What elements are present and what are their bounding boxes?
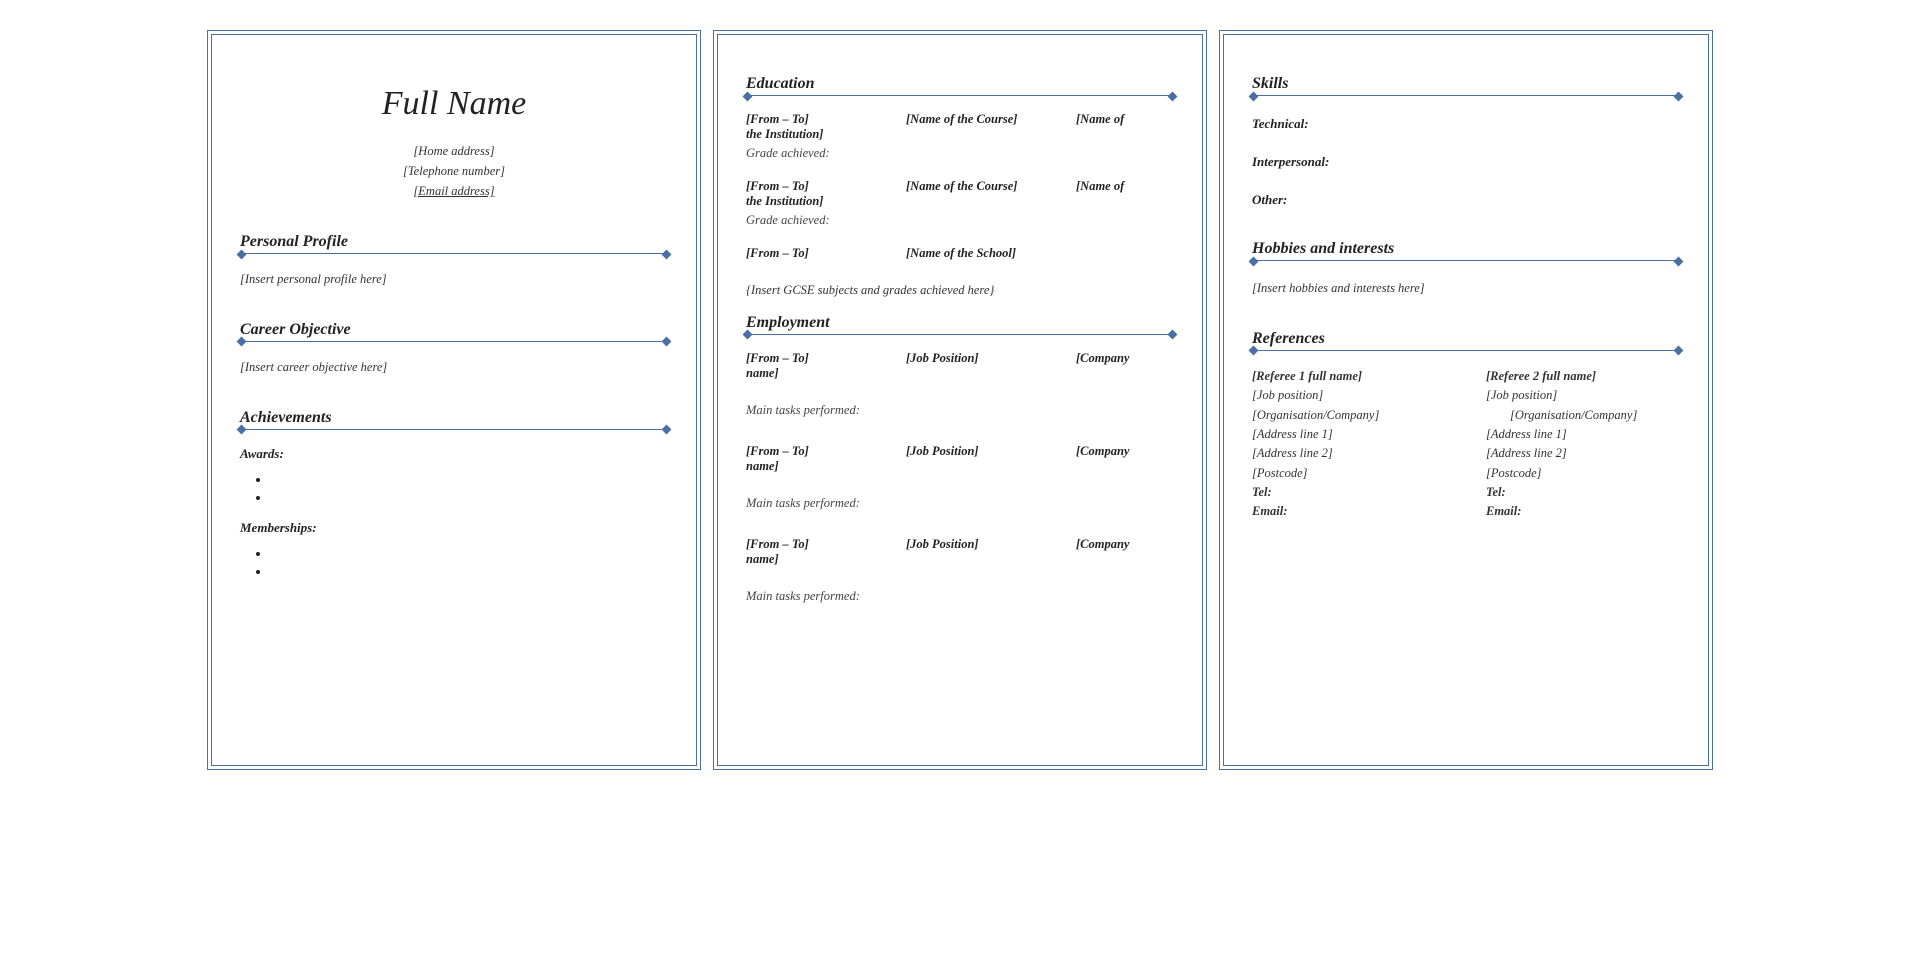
- ref1-email-label: Email:: [1252, 502, 1446, 521]
- ref2-addr1: [Address line 1]: [1486, 425, 1680, 444]
- ref1-position: [Job position]: [1252, 386, 1446, 405]
- emp-dates: [From – To]: [746, 351, 906, 366]
- email-address: [Email address]: [240, 181, 668, 201]
- page-inner: Skills Technical: Interpersonal: Other: …: [1223, 34, 1709, 766]
- references-columns: [Referee 1 full name] [Job position] [Or…: [1252, 367, 1680, 522]
- section-title-career-objective: Career Objective: [240, 321, 668, 339]
- list-item: [270, 546, 668, 564]
- ref2-position: [Job position]: [1486, 386, 1680, 405]
- emp-tasks-label: Main tasks performed:: [746, 403, 1174, 418]
- awards-label: Awards:: [240, 446, 668, 462]
- memberships-list: [270, 546, 668, 582]
- resume-page-1: Full Name [Home address] [Telephone numb…: [207, 30, 701, 770]
- section-title-skills: Skills: [1252, 75, 1680, 93]
- ref2-postcode: [Postcode]: [1486, 464, 1680, 483]
- resume-page-2: Education [From – To] [Name of the Cours…: [713, 30, 1207, 770]
- ref2-tel-label: Tel:: [1486, 483, 1680, 502]
- ref2-email-label: Email:: [1486, 502, 1680, 521]
- page-inner: Full Name [Home address] [Telephone numb…: [211, 34, 697, 766]
- emp-company-prefix: [Company: [1076, 537, 1129, 552]
- edu-school: [Name of the School]: [906, 246, 1076, 261]
- list-item: [270, 564, 668, 582]
- section-divider: [1252, 95, 1680, 96]
- edu-course: [Name of the Course]: [906, 112, 1076, 127]
- edu-inst-suffix: the Institution]: [746, 194, 1174, 209]
- skills-interpersonal-label: Interpersonal:: [1252, 154, 1680, 170]
- employment-row: [From – To] [Job Position] [Company: [746, 537, 1174, 552]
- edu-inst-suffix: the Institution]: [746, 127, 1174, 142]
- emp-company-prefix: [Company: [1076, 351, 1129, 366]
- hobbies-placeholder: [Insert hobbies and interests here]: [1252, 279, 1680, 298]
- employment-row: [From – To] [Job Position] [Company: [746, 444, 1174, 459]
- emp-position: [Job Position]: [906, 537, 1076, 552]
- section-title-personal-profile: Personal Profile: [240, 233, 668, 251]
- contact-block: [Home address] [Telephone number] [Email…: [240, 141, 668, 201]
- section-divider: [1252, 350, 1680, 351]
- education-school-row: [From – To] [Name of the School]: [746, 246, 1174, 261]
- emp-company-suffix: name]: [746, 366, 1174, 381]
- section-title-hobbies: Hobbies and interests: [1252, 240, 1680, 258]
- memberships-label: Memberships:: [240, 520, 668, 536]
- emp-dates: [From – To]: [746, 537, 906, 552]
- emp-company-suffix: name]: [746, 552, 1174, 567]
- emp-tasks-label: Main tasks performed:: [746, 496, 1174, 511]
- section-divider: [240, 253, 668, 254]
- edu-dates: [From – To]: [746, 179, 906, 194]
- section-divider: [240, 341, 668, 342]
- section-title-education: Education: [746, 75, 1174, 93]
- personal-profile-placeholder: [Insert personal profile here]: [240, 270, 668, 289]
- edu-dates: [From – To]: [746, 112, 906, 127]
- ref2-name: [Referee 2 full name]: [1486, 367, 1680, 386]
- emp-company-prefix: [Company: [1076, 444, 1129, 459]
- section-divider: [1252, 260, 1680, 261]
- ref1-addr2: [Address line 2]: [1252, 444, 1446, 463]
- ref2-addr2: [Address line 2]: [1486, 444, 1680, 463]
- education-row: [From – To] [Name of the Course] [Name o…: [746, 112, 1174, 127]
- section-title-references: References: [1252, 330, 1680, 348]
- gcse-placeholder: {Insert GCSE subjects and grades achieve…: [746, 281, 1174, 300]
- emp-position: [Job Position]: [906, 351, 1076, 366]
- edu-course: [Name of the Course]: [906, 179, 1076, 194]
- referee-1: [Referee 1 full name] [Job position] [Or…: [1252, 367, 1446, 522]
- emp-dates: [From – To]: [746, 444, 906, 459]
- ref1-tel-label: Tel:: [1252, 483, 1446, 502]
- section-title-achievements: Achievements: [240, 409, 668, 427]
- section-divider: [240, 429, 668, 430]
- ref1-name: [Referee 1 full name]: [1252, 367, 1446, 386]
- skills-other-label: Other:: [1252, 192, 1680, 208]
- edu-inst-prefix: [Name of: [1076, 179, 1124, 194]
- edu-inst-prefix: [Name of: [1076, 112, 1124, 127]
- career-objective-placeholder: [Insert career objective here]: [240, 358, 668, 377]
- full-name-heading: Full Name: [240, 85, 668, 123]
- education-row: [From – To] [Name of the Course] [Name o…: [746, 179, 1174, 194]
- edu-grade-label: Grade achieved:: [746, 146, 1174, 161]
- section-divider: [746, 95, 1174, 96]
- ref1-postcode: [Postcode]: [1252, 464, 1446, 483]
- edu-grade-label: Grade achieved:: [746, 213, 1174, 228]
- list-item: [270, 490, 668, 508]
- awards-list: [270, 472, 668, 508]
- emp-company-suffix: name]: [746, 459, 1174, 474]
- section-title-employment: Employment: [746, 314, 1174, 332]
- ref1-addr1: [Address line 1]: [1252, 425, 1446, 444]
- emp-tasks-label: Main tasks performed:: [746, 589, 1174, 604]
- home-address: [Home address]: [240, 141, 668, 161]
- edu-dates: [From – To]: [746, 246, 906, 261]
- emp-position: [Job Position]: [906, 444, 1076, 459]
- skills-technical-label: Technical:: [1252, 116, 1680, 132]
- referee-2: [Referee 2 full name] [Job position] [Or…: [1486, 367, 1680, 522]
- list-item: [270, 472, 668, 490]
- resume-page-3: Skills Technical: Interpersonal: Other: …: [1219, 30, 1713, 770]
- section-divider: [746, 334, 1174, 335]
- page-inner: Education [From – To] [Name of the Cours…: [717, 34, 1203, 766]
- employment-row: [From – To] [Job Position] [Company: [746, 351, 1174, 366]
- telephone-number: [Telephone number]: [240, 161, 668, 181]
- ref2-org: [Organisation/Company]: [1486, 406, 1680, 425]
- ref1-org: [Organisation/Company]: [1252, 406, 1446, 425]
